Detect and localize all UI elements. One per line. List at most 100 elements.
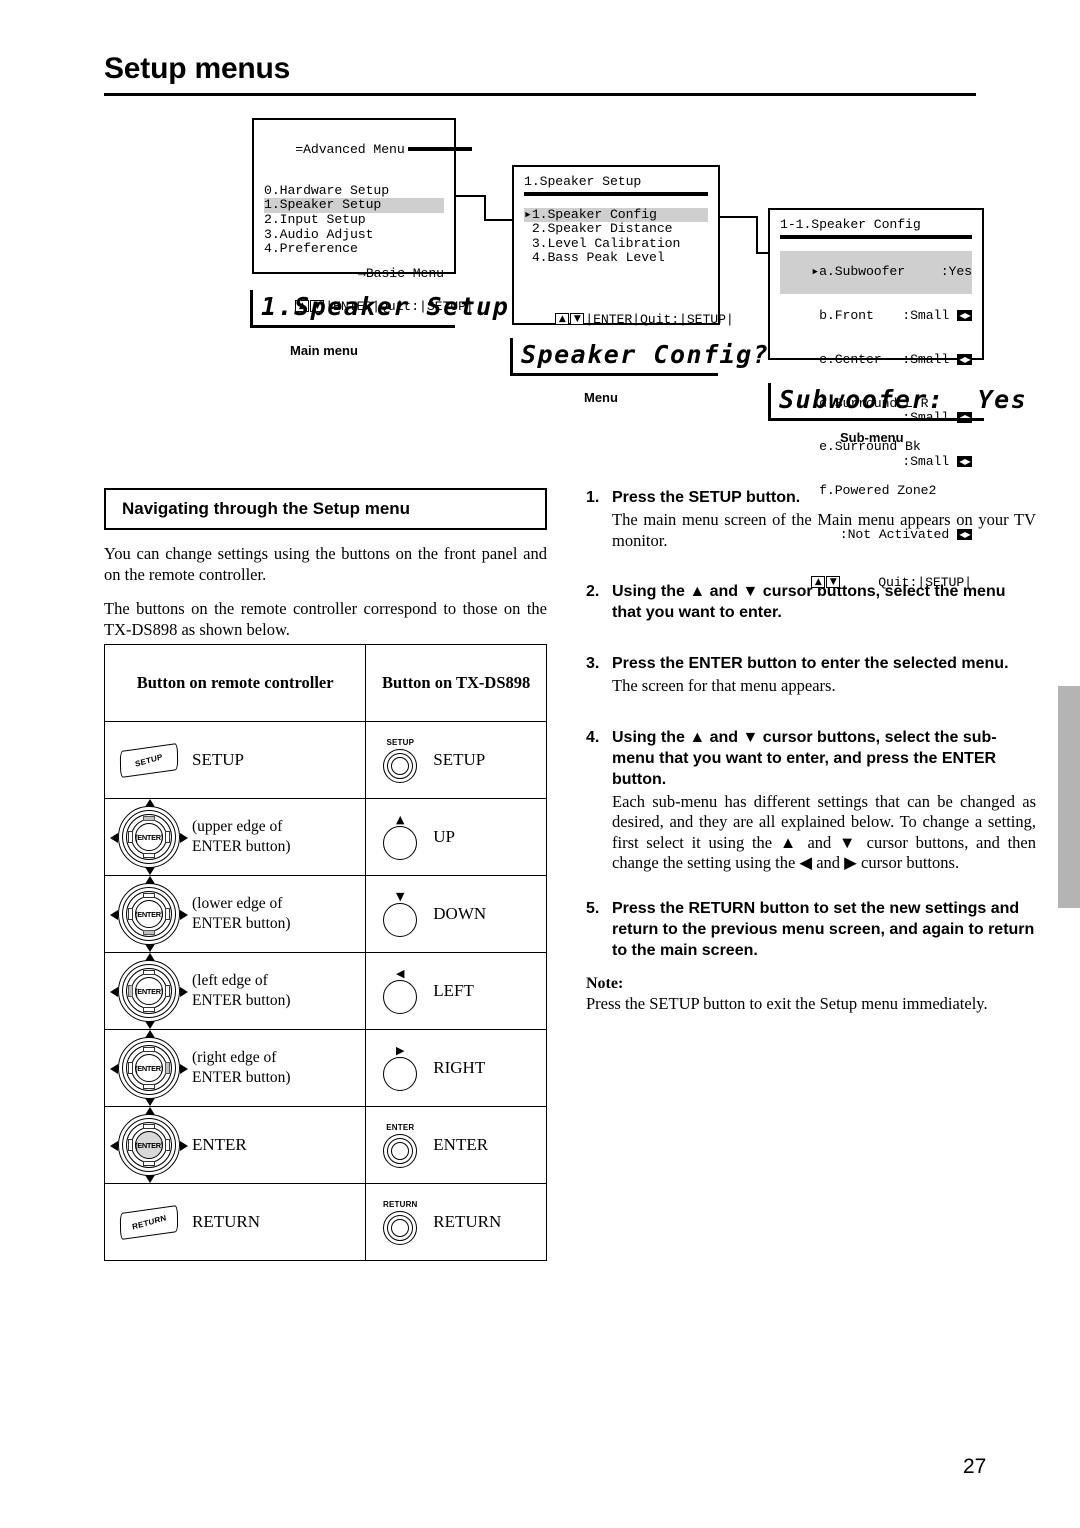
remote-return-key-icon[interactable]: RETURN	[106, 1204, 192, 1240]
osd-main-item-3[interactable]: 3.Audio Adjust	[264, 227, 444, 243]
step-number: 1.	[586, 489, 600, 506]
step-description: The screen for that menu appears.	[612, 676, 836, 695]
table-row: (ENTER) (right edge of ENTER button) ▶ R…	[103, 1029, 547, 1107]
unit-button-label: UP	[433, 827, 456, 846]
remote-button-label: (lower edge of ENTER button)	[192, 895, 291, 932]
table-row: (ENTER) ENTER ENTER ENTER	[103, 1106, 547, 1184]
osd-main-item-0[interactable]: 0.Hardware Setup	[264, 183, 444, 199]
remote-button-label: (left edge of ENTER button)	[192, 972, 291, 1009]
unit-button-caption: ENTER	[386, 1122, 415, 1132]
osd-menu: 1.Speaker Setup ▸1.Speaker Config 2.Spea…	[512, 165, 734, 326]
vfd-display-menu: Speaker Config?	[510, 338, 768, 376]
unit-button-caption: SETUP	[386, 737, 415, 747]
caption-main-menu: Main menu	[290, 343, 358, 358]
table-row: (ENTER) (left edge of ENTER button) ◀ LE…	[103, 952, 547, 1030]
left-right-arrow-icon: ◀▶	[957, 455, 972, 467]
up-arrow-icon: ▲	[555, 313, 570, 326]
left-arrow-icon: ◀	[396, 966, 405, 980]
left-right-arrow-icon: ◀▶	[957, 528, 972, 540]
osd-main-item-2[interactable]: 2.Input Setup	[264, 212, 444, 228]
title-rule	[104, 93, 976, 96]
osd-sub-row-0[interactable]: ▸a.Subwoofer:Yes	[780, 250, 972, 295]
remote-button-label: ENTER	[192, 1135, 247, 1154]
remote-dpad-right-icon[interactable]: (ENTER)	[106, 1030, 192, 1106]
up-arrow-icon: ▲	[811, 576, 826, 589]
step-description: Each sub-menu has different settings tha…	[612, 791, 1036, 873]
remote-enter-key-icon[interactable]: (ENTER)	[106, 1107, 192, 1183]
unit-button-label: SETUP	[433, 750, 486, 769]
left-column: Navigating through the Setup menu You ca…	[104, 488, 547, 640]
osd-sub-header: 1-1.Speaker Config	[780, 217, 921, 232]
unit-left-button-icon[interactable]: ◀	[367, 966, 433, 1014]
unit-return-button-icon[interactable]: RETURN	[367, 1200, 433, 1245]
step-number: 4.	[586, 728, 600, 746]
remote-button-label: (right edge of ENTER button)	[192, 1049, 291, 1086]
osd-main-basic-menu-link[interactable]: →Basic Menu	[264, 266, 444, 282]
table-row: SETUP SETUP SETUP SETUP	[103, 721, 547, 799]
osd-sub-row-5[interactable]: f.Powered Zone2	[780, 470, 972, 514]
unit-button-label: DOWN	[433, 904, 487, 923]
osd-sub-row-6[interactable]: :Not Activated ◀▶	[780, 513, 972, 557]
remote-button-label: SETUP	[192, 750, 244, 769]
osd-sub-navbar: ▲ ▼ Quit:|SETUP|	[780, 561, 972, 605]
down-arrow-icon: ▼	[396, 889, 405, 903]
osd-sub-row-1[interactable]: b.Front:Small ◀▶	[780, 294, 972, 338]
osd-menu-item-1[interactable]: 2.Speaker Distance	[524, 221, 708, 237]
table-header-row: Button on remote controller Button on TX…	[103, 644, 547, 722]
caption-menu: Menu	[584, 390, 618, 405]
osd-menu-item-0[interactable]: ▸1.Speaker Config	[524, 207, 708, 223]
column-header-remote: Button on remote controller	[103, 644, 367, 722]
step-3: 3. Press the ENTER button to enter the s…	[586, 653, 1036, 697]
unit-button-caption: RETURN	[383, 1199, 418, 1209]
osd-sub-menu: 1-1.Speaker Config ▸a.Subwoofer:Yes b.Fr…	[768, 208, 984, 589]
unit-setup-button-icon[interactable]: SETUP	[367, 738, 433, 783]
unit-up-button-icon[interactable]: ▲	[367, 812, 433, 860]
paragraph-1: You can change settings using the button…	[104, 544, 547, 584]
unit-button-label: LEFT	[433, 981, 474, 1000]
osd-menu-item-2[interactable]: 3.Level Calibration	[524, 236, 708, 252]
step-number: 2.	[586, 583, 600, 600]
remote-button-label: (upper edge of ENTER button)	[192, 818, 291, 855]
unit-down-button-icon[interactable]: ▼	[367, 889, 433, 937]
unit-right-button-icon[interactable]: ▶	[367, 1043, 433, 1091]
remote-dpad-down-icon[interactable]: (ENTER)	[106, 876, 192, 952]
margin-tab	[1058, 686, 1080, 908]
button-mapping-table: Button on remote controller Button on TX…	[103, 644, 547, 1261]
remote-dpad-up-icon[interactable]: (ENTER)	[106, 799, 192, 875]
vfd-display-sub: Subwoofer: Yes	[768, 383, 1026, 421]
up-arrow-icon: ▲	[396, 812, 405, 826]
step-title: Using the ▲ and ▼ cursor buttons, select…	[612, 728, 997, 788]
right-arrow-icon: ▶	[396, 1043, 405, 1057]
remote-setup-key-icon[interactable]: SETUP	[106, 742, 192, 778]
osd-sub-row-2[interactable]: c.Center:Small ◀▶	[780, 338, 972, 382]
step-number: 5.	[586, 899, 600, 917]
osd-main-menu: =Advanced Menu 0.Hardware Setup 1.Speake…	[252, 118, 474, 314]
step-number: 3.	[586, 655, 600, 672]
osd-sub-rule	[780, 234, 972, 239]
left-right-arrow-icon: ◀▶	[957, 309, 972, 321]
table-row: RETURN RETURN RETURN RETURN	[103, 1183, 547, 1261]
unit-enter-button-icon[interactable]: ENTER	[367, 1123, 433, 1168]
unit-button-label: RETURN	[433, 1212, 502, 1231]
osd-main-item-1[interactable]: 1.Speaker Setup	[264, 198, 444, 213]
table-row: (ENTER) (lower edge of ENTER button) ▼ D…	[103, 875, 547, 953]
unit-button-label: RIGHT	[433, 1058, 486, 1077]
vfd-display-main: 1.Speaker Setup	[250, 290, 508, 328]
osd-main-header: =Advanced Menu	[264, 128, 472, 172]
page-number: 27	[963, 1455, 987, 1478]
table-row: (ENTER) (upper edge of ENTER button) ▲ U…	[103, 798, 547, 876]
section-heading: Navigating through the Setup menu	[104, 488, 547, 530]
unit-button-label: ENTER	[433, 1135, 489, 1154]
down-arrow-icon: ▼	[570, 313, 585, 326]
step-title: Press the ENTER button to enter the sele…	[612, 655, 1009, 672]
caption-sub-menu: Sub-menu	[840, 430, 904, 445]
step-5: 5. Press the RETURN button to set the ne…	[586, 898, 1036, 961]
page-title: Setup menus	[104, 52, 291, 85]
left-right-arrow-icon: ◀▶	[957, 353, 972, 365]
remote-dpad-left-icon[interactable]: (ENTER)	[106, 953, 192, 1029]
osd-main-item-4[interactable]: 4.Preference	[264, 242, 444, 257]
osd-menu-navbar: ▲ ▼ |ENTER|Quit:|SETUP|	[524, 298, 734, 342]
osd-menu-rule	[524, 191, 708, 196]
note-text: Press the SETUP button to exit the Setup…	[586, 993, 988, 1013]
osd-menu-item-3[interactable]: 4.Bass Peak Level	[524, 251, 708, 266]
